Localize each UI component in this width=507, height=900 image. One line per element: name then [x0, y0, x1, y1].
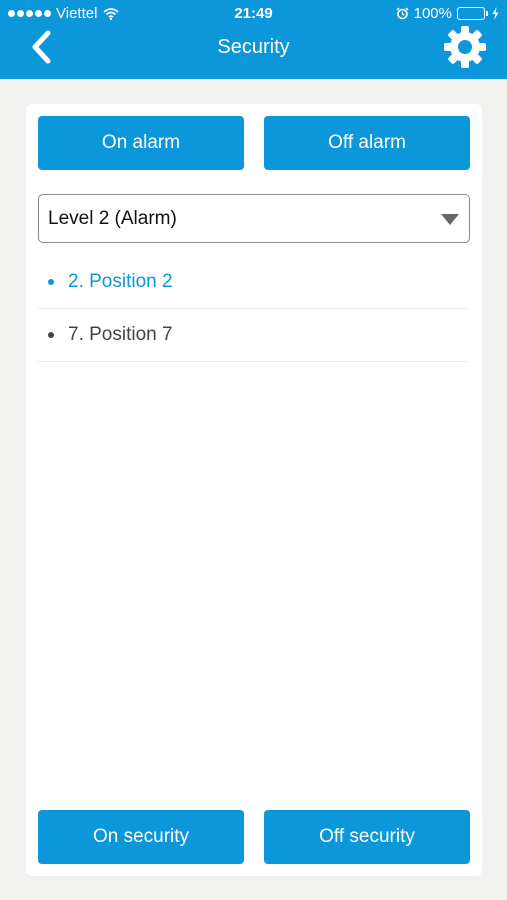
status-right: 100% [396, 5, 499, 22]
security-panel: On alarm Off alarm Level 2 (Alarm) 2. Po… [26, 104, 482, 876]
position-list: 2. Position 2 7. Position 7 [38, 256, 470, 362]
page-title: Security [217, 36, 290, 58]
battery-percent: 100% [413, 5, 452, 22]
position-label: 7. Position 7 [68, 324, 173, 345]
bullet-icon [48, 279, 54, 285]
position-item[interactable]: 7. Position 7 [38, 309, 470, 362]
off-security-button[interactable]: Off security [264, 810, 470, 864]
bullet-icon [48, 332, 54, 338]
level-dropdown[interactable]: Level 2 (Alarm) [38, 194, 470, 243]
gear-icon[interactable] [443, 25, 487, 69]
battery-icon [457, 7, 488, 20]
level-dropdown-value: Level 2 (Alarm) [48, 207, 177, 229]
position-item[interactable]: 2. Position 2 [38, 256, 470, 309]
status-bar: Viettel 21:49 100% [0, 0, 507, 28]
on-alarm-button[interactable]: On alarm [38, 116, 244, 170]
position-label: 2. Position 2 [68, 271, 173, 292]
on-security-button[interactable]: On security [38, 810, 244, 864]
caret-down-icon [441, 214, 459, 225]
top-bar: Viettel 21:49 100% Security [0, 0, 507, 79]
off-alarm-button[interactable]: Off alarm [264, 116, 470, 170]
alarm-clock-icon [396, 7, 409, 20]
charging-bolt-icon [492, 7, 499, 20]
